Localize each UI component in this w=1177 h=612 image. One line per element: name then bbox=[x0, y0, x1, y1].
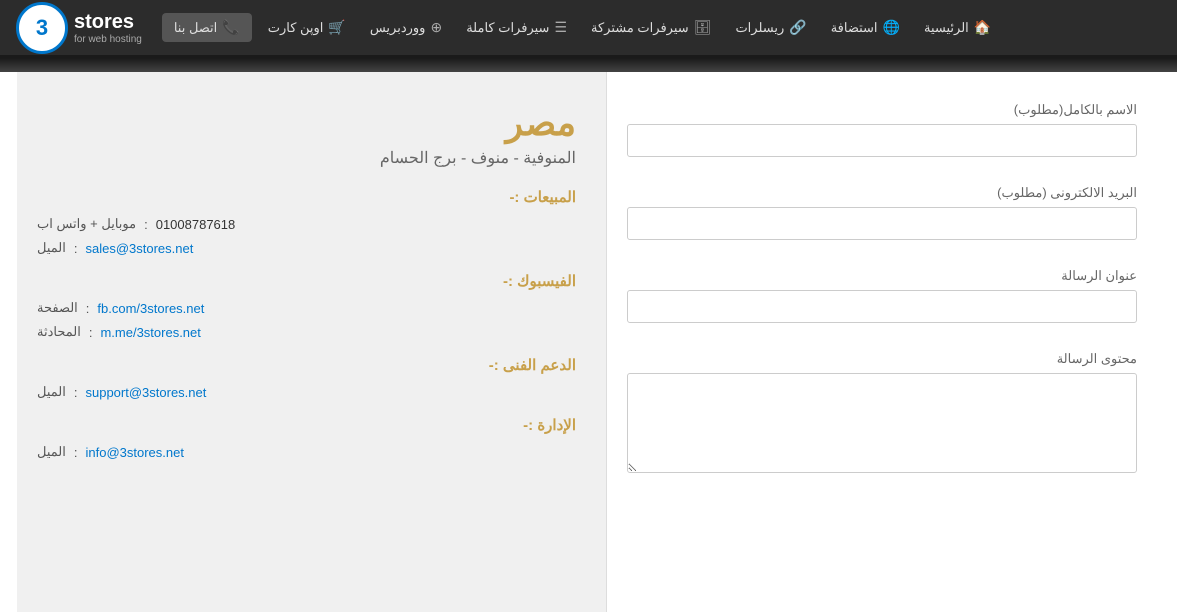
admin-title: الإدارة :- bbox=[37, 416, 576, 434]
mobile-row: 01008787618 : موبايل + واتس اب bbox=[37, 216, 576, 232]
nav-item-home[interactable]: 🏠 الرئيسية bbox=[912, 11, 1003, 44]
mobile-label: موبايل + واتس اب bbox=[37, 216, 136, 232]
nav-link-home[interactable]: 🏠 الرئيسية bbox=[912, 11, 1003, 44]
dark-stripe bbox=[0, 58, 1177, 72]
admin-email-row: info@3stores.net : الميل bbox=[37, 444, 576, 460]
nav-item-resellers[interactable]: 🔗 ريسلرات bbox=[723, 11, 818, 44]
full-name-input[interactable] bbox=[627, 124, 1137, 157]
nav-link-dedicated-servers[interactable]: ☰ سيرفرات كاملة bbox=[454, 11, 579, 44]
menu-icon: ☰ bbox=[554, 19, 567, 36]
nav-link-wordpress[interactable]: ⊕ ووردبريس bbox=[358, 11, 454, 44]
sales-email-link[interactable]: sales@3stores.net bbox=[85, 241, 193, 256]
admin-email-colon: : bbox=[74, 445, 78, 460]
share-icon: 🔗 bbox=[789, 19, 806, 36]
navbar: 🏠 الرئيسية 🌐 استضافة 🔗 ريسلرات 🗄 سيرفرات… bbox=[0, 0, 1177, 58]
support-email-colon: : bbox=[74, 385, 78, 400]
logo-tagline: for web hosting bbox=[74, 34, 142, 45]
phone-icon: 📞 bbox=[222, 19, 239, 36]
globe-icon: 🌐 bbox=[883, 19, 900, 36]
nav-label-opencart: اوپن كارت bbox=[268, 20, 324, 36]
message-label: محتوى الرسالة bbox=[627, 351, 1137, 367]
page-colon: : bbox=[86, 301, 90, 316]
email-group: البريد الالكترونى (مطلوب) bbox=[627, 185, 1137, 240]
nav-item-shared-servers[interactable]: 🗄 سيرفرات مشتركة bbox=[579, 11, 723, 44]
messenger-row: m.me/3stores.net : المحادثة bbox=[37, 324, 576, 340]
sales-title: المبيعات :- bbox=[37, 188, 576, 206]
sales-email-colon: : bbox=[74, 241, 78, 256]
nav-label-shared-servers: سيرفرات مشتركة bbox=[591, 20, 689, 36]
nav-menu: 🏠 الرئيسية 🌐 استضافة 🔗 ريسلرات 🗄 سيرفرات… bbox=[162, 11, 1167, 44]
subject-label: عنوان الرسالة bbox=[627, 268, 1137, 284]
support-email-label: الميل bbox=[37, 384, 66, 400]
message-textarea[interactable] bbox=[627, 373, 1137, 473]
nav-link-resellers[interactable]: 🔗 ريسلرات bbox=[723, 11, 818, 44]
subject-group: عنوان الرسالة bbox=[627, 268, 1137, 323]
location-text: المنوفية - منوف - برج الحسام bbox=[37, 148, 576, 168]
nav-item-contact[interactable]: 📞 اتصل بنا bbox=[162, 13, 256, 42]
sales-email-label: الميل bbox=[37, 240, 66, 256]
support-email-row: support@3stores.net : الميل bbox=[37, 384, 576, 400]
nav-item-wordpress[interactable]: ⊕ ووردبريس bbox=[358, 11, 454, 44]
email-label: البريد الالكترونى (مطلوب) bbox=[627, 185, 1137, 201]
site-logo[interactable]: stores for web hosting 3 bbox=[10, 2, 142, 54]
messenger-link[interactable]: m.me/3stores.net bbox=[100, 325, 200, 340]
page-label: الصفحة bbox=[37, 300, 78, 316]
nav-item-opencart[interactable]: 🛒 اوپن كارت bbox=[256, 11, 358, 44]
nav-link-contact[interactable]: 📞 اتصل بنا bbox=[162, 13, 252, 42]
wordpress-icon: ⊕ bbox=[430, 19, 442, 36]
subject-input[interactable] bbox=[627, 290, 1137, 323]
logo-brand: stores bbox=[74, 11, 134, 34]
mobile-colon: : bbox=[144, 217, 148, 232]
facebook-page-row: fb.com/3stores.net : الصفحة bbox=[37, 300, 576, 316]
main-content: الاسم بالكامل(مطلوب) البريد الالكترونى (… bbox=[0, 72, 1177, 612]
contact-info-panel: مصر المنوفية - منوف - برج الحسام المبيعا… bbox=[17, 72, 607, 612]
support-email-link[interactable]: support@3stores.net bbox=[85, 385, 206, 400]
support-title: الدعم الفنى :- bbox=[37, 356, 576, 374]
nav-label-wordpress: ووردبريس bbox=[370, 20, 426, 36]
contact-form-panel: الاسم بالكامل(مطلوب) البريد الالكترونى (… bbox=[607, 72, 1177, 612]
nav-link-opencart[interactable]: 🛒 اوپن كارت bbox=[256, 11, 358, 44]
nav-label-hosting: استضافة bbox=[831, 20, 878, 36]
full-name-label: الاسم بالكامل(مطلوب) bbox=[627, 102, 1137, 118]
email-input[interactable] bbox=[627, 207, 1137, 240]
admin-email-label: الميل bbox=[37, 444, 66, 460]
nav-label-resellers: ريسلرات bbox=[735, 20, 784, 36]
logo-number: 3 bbox=[16, 2, 68, 54]
nav-label-home: الرئيسية bbox=[924, 20, 969, 36]
nav-label-contact: اتصل بنا bbox=[174, 20, 217, 36]
message-group: محتوى الرسالة bbox=[627, 351, 1137, 476]
chat-colon: : bbox=[89, 325, 93, 340]
nav-item-hosting[interactable]: 🌐 استضافة bbox=[819, 11, 912, 44]
nav-label-dedicated-servers: سيرفرات كاملة bbox=[466, 20, 549, 36]
mobile-value: 01008787618 bbox=[156, 217, 236, 232]
admin-email-link[interactable]: info@3stores.net bbox=[85, 445, 183, 460]
full-name-group: الاسم بالكامل(مطلوب) bbox=[627, 102, 1137, 157]
nav-link-shared-servers[interactable]: 🗄 سيرفرات مشتركة bbox=[579, 11, 723, 44]
nav-link-hosting[interactable]: 🌐 استضافة bbox=[819, 11, 912, 44]
home-icon: 🏠 bbox=[974, 19, 991, 36]
cart-icon: 🛒 bbox=[328, 19, 345, 36]
chat-label: المحادثة bbox=[37, 324, 81, 340]
country-name: مصر bbox=[37, 102, 576, 144]
sales-email-row: sales@3stores.net : الميل bbox=[37, 240, 576, 256]
facebook-title: الفيسبوك :- bbox=[37, 272, 576, 290]
server-icon: 🗄 bbox=[694, 19, 712, 36]
facebook-page-link[interactable]: fb.com/3stores.net bbox=[97, 301, 204, 316]
nav-item-dedicated-servers[interactable]: ☰ سيرفرات كاملة bbox=[454, 11, 579, 44]
